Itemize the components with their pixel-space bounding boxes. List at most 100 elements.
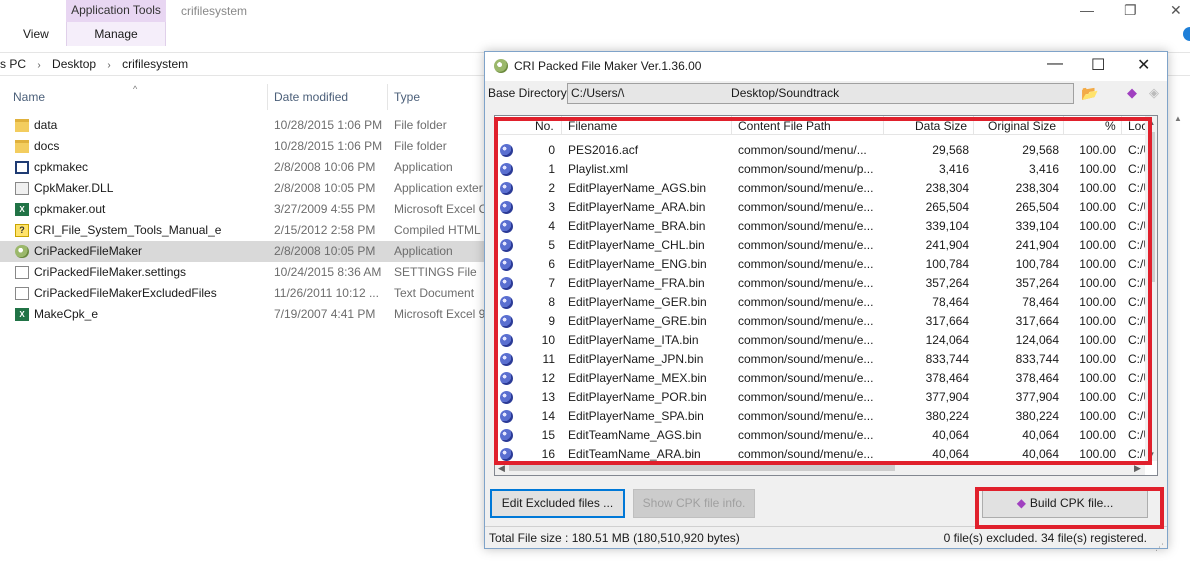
column-content-path[interactable]: Content File Path: [738, 119, 831, 133]
edit-excluded-files-button[interactable]: Edit Excluded files ...: [490, 489, 625, 518]
column-divider[interactable]: [561, 116, 562, 135]
column-filename[interactable]: Filename: [568, 119, 617, 133]
help-icon[interactable]: [1183, 27, 1190, 41]
breadcrumb-crifilesystem[interactable]: crifilesystem: [122, 53, 188, 75]
file-row[interactable]: data 10/28/2015 1:06 PM File folder: [0, 115, 484, 136]
list-row[interactable]: 11 EditPlayerName_JPN.bin common/sound/men…: [495, 350, 1148, 369]
row-percent: 100.00: [1079, 276, 1116, 290]
file-row[interactable]: CpkMaker.DLL 2/8/2008 10:05 PM Applicati…: [0, 178, 484, 199]
list-row[interactable]: 5 EditPlayerName_CHL.bin common/sound/menu…: [495, 236, 1148, 255]
dialog-title-bar[interactable]: CRI Packed File Maker Ver.1.36.00 — ☐ ✕: [485, 52, 1167, 81]
address-bar[interactable]: s PC › Desktop › crifilesystem: [0, 52, 484, 76]
file-registration-list[interactable]: No. Filename Content File Path Data Size…: [494, 115, 1158, 476]
list-vertical-scrollbar[interactable]: ▲ ▼: [1145, 116, 1157, 461]
column-date-modified[interactable]: Date modified: [274, 90, 348, 104]
file-row[interactable]: X cpkmaker.out 3/27/2009 4:55 PM Microso…: [0, 199, 484, 220]
scroll-up-icon[interactable]: ▲: [1174, 114, 1182, 123]
file-type: Application exter: [394, 181, 483, 195]
column-divider[interactable]: [883, 116, 884, 135]
scroll-thumb[interactable]: [1148, 132, 1155, 282]
list-row[interactable]: 14 EditPlayerName_SPA.bin common/sound/men…: [495, 407, 1148, 426]
row-original-size: 241,904: [1015, 238, 1059, 252]
list-row[interactable]: 8 EditPlayerName_GER.bin common/sound/menu…: [495, 293, 1148, 312]
scroll-thumb[interactable]: [509, 465, 895, 471]
breadcrumb-this-pc[interactable]: s PC: [0, 53, 26, 75]
list-horizontal-scrollbar[interactable]: ◀ ▶: [495, 461, 1145, 475]
list-row[interactable]: 3 EditPlayerName_ARA.bin common/sound/menu…: [495, 198, 1148, 217]
minimize-icon[interactable]: —: [1047, 55, 1063, 73]
file-row[interactable]: CriPackedFileMaker.settings 10/24/2015 8…: [0, 262, 484, 283]
column-divider[interactable]: [387, 84, 388, 110]
file-date: 10/28/2015 1:06 PM: [274, 139, 383, 153]
row-content-path: common/sound/menu/e...: [738, 428, 874, 442]
column-name[interactable]: Name: [13, 90, 45, 104]
settings-gem-icon[interactable]: ◈: [1145, 84, 1163, 102]
list-row[interactable]: 1 Playlist.xml common/sound/menu/p... 3,416…: [495, 160, 1148, 179]
row-data-size: 357,264: [925, 276, 969, 290]
file-type: Application: [394, 160, 453, 174]
list-row[interactable]: 4 EditPlayerName_BRA.bin common/sound/menu…: [495, 217, 1148, 236]
list-row[interactable]: 12 EditPlayerName_MEX.bin common/sound/men…: [495, 369, 1148, 388]
row-content-path: common/sound/menu/e...: [738, 181, 874, 195]
total-file-size: Total File size : 180.51 MB (180,510,920…: [489, 531, 740, 545]
maximize-icon[interactable]: ☐: [1091, 55, 1105, 75]
column-no[interactable]: No.: [535, 119, 554, 133]
column-percent[interactable]: %: [1105, 119, 1116, 133]
minimize-icon[interactable]: —: [1080, 2, 1094, 18]
row-number: 6: [548, 257, 555, 271]
breadcrumb-desktop[interactable]: Desktop: [52, 53, 96, 75]
audio-file-icon: [500, 448, 513, 461]
list-row[interactable]: 10 EditPlayerName_ITA.bin common/sound/men…: [495, 331, 1148, 350]
list-row[interactable]: 7 EditPlayerName_FRA.bin common/sound/menu…: [495, 274, 1148, 293]
build-gem-icon[interactable]: ◆: [1123, 84, 1141, 102]
list-row[interactable]: 2 EditPlayerName_AGS.bin common/sound/menu…: [495, 179, 1148, 198]
file-row[interactable]: X MakeCpk_e 7/19/2007 4:41 PM Microsoft …: [0, 304, 484, 325]
application-icon: [15, 161, 29, 174]
build-cpk-file-button[interactable]: ◆ Build CPK file...: [982, 489, 1148, 518]
close-icon[interactable]: ✕: [1170, 2, 1182, 19]
close-icon[interactable]: ✕: [1137, 55, 1150, 75]
row-percent: 100.00: [1079, 371, 1116, 385]
column-divider[interactable]: [1121, 116, 1122, 135]
row-percent: 100.00: [1079, 428, 1116, 442]
restore-icon[interactable]: ❐: [1124, 2, 1137, 19]
row-data-size: 78,464: [932, 295, 969, 309]
column-original-size[interactable]: Original Size: [988, 119, 1056, 133]
file-row[interactable]: ? CRI_File_System_Tools_Manual_e 2/15/20…: [0, 220, 484, 241]
column-divider[interactable]: [731, 116, 732, 135]
row-original-size: 29,568: [1022, 143, 1059, 157]
explorer-scrollbar[interactable]: ▲: [1170, 110, 1190, 565]
scroll-down-icon[interactable]: ▼: [1145, 448, 1157, 461]
resize-grip-icon[interactable]: ⋰: [1155, 536, 1165, 552]
build-cpk-file-label: Build CPK file...: [1029, 496, 1114, 510]
row-filename: EditPlayerName_POR.bin: [568, 390, 707, 404]
breadcrumb-separator-icon[interactable]: ›: [107, 55, 110, 77]
list-row[interactable]: 9 EditPlayerName_GRE.bin common/sound/menu…: [495, 312, 1148, 331]
list-row[interactable]: 15 EditTeamName_AGS.bin common/sound/menu/…: [495, 426, 1148, 445]
column-divider[interactable]: [1063, 116, 1064, 135]
column-data-size[interactable]: Data Size: [915, 119, 967, 133]
row-number: 10: [541, 333, 555, 347]
base-directory-input[interactable]: C:/Users/\ Desktop/Soundtrack: [567, 83, 1074, 104]
show-cpk-file-info-button[interactable]: Show CPK file info.: [633, 489, 755, 518]
scroll-right-icon[interactable]: ▶: [1131, 461, 1144, 475]
open-folder-icon[interactable]: 📂: [1079, 83, 1101, 104]
list-row[interactable]: 6 EditPlayerName_ENG.bin common/sound/menu…: [495, 255, 1148, 274]
column-divider[interactable]: [267, 84, 268, 110]
list-row[interactable]: 13 EditPlayerName_POR.bin common/sound/men…: [495, 388, 1148, 407]
column-divider[interactable]: [973, 116, 974, 135]
application-tools-tab[interactable]: Application Tools: [66, 0, 166, 22]
list-row[interactable]: 0 PES2016.acf common/sound/menu/... 29,568 2…: [495, 141, 1148, 160]
file-row[interactable]: docs 10/28/2015 1:06 PM File folder: [0, 136, 484, 157]
scroll-up-icon[interactable]: ▲: [1145, 116, 1157, 129]
audio-file-icon: [500, 182, 513, 195]
view-tab[interactable]: View: [23, 27, 49, 41]
manage-tab[interactable]: Manage: [66, 22, 166, 46]
breadcrumb-separator-icon[interactable]: ›: [37, 55, 40, 77]
audio-file-icon: [500, 410, 513, 423]
file-row[interactable]: cpkmakec 2/8/2008 10:06 PM Application: [0, 157, 484, 178]
file-row-selected[interactable]: CriPackedFileMaker 2/8/2008 10:05 PM App…: [0, 241, 484, 262]
column-type[interactable]: Type: [394, 90, 420, 104]
scroll-left-icon[interactable]: ◀: [495, 461, 508, 475]
file-row[interactable]: CriPackedFileMakerExcludedFiles 11/26/20…: [0, 283, 484, 304]
